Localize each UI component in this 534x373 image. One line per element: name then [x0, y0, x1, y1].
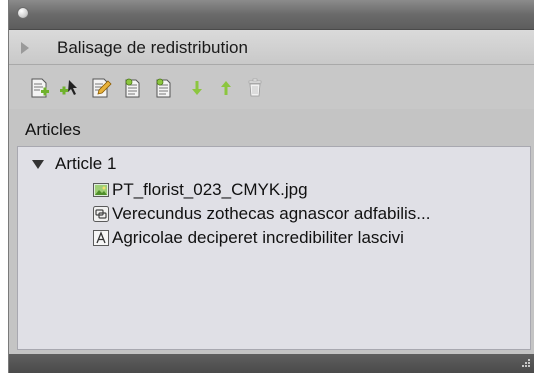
article-label: Article 1: [55, 154, 117, 173]
move-down-icon[interactable]: [186, 77, 208, 99]
toolbar: [9, 65, 534, 109]
image-icon: [93, 183, 109, 197]
articles-tree: Article 1 PT_florist_023_CMYK.jpg Verecu…: [17, 146, 531, 350]
item-label: PT_florist_023_CMYK.jpg: [112, 180, 308, 199]
move-up-icon[interactable]: [215, 77, 237, 99]
article-options-2-icon[interactable]: [153, 77, 175, 99]
articles-section-label: Articles: [25, 120, 81, 139]
article-options-icon[interactable]: [122, 77, 144, 99]
new-article-icon[interactable]: [29, 77, 51, 99]
article-item-text[interactable]: Agricolae deciperet incredibiliter lasci…: [93, 227, 404, 249]
articles-panel: Balisage de redistribution Articles Arti…: [8, 0, 534, 373]
collapse-arrow-icon[interactable]: [21, 42, 29, 54]
trash-icon[interactable]: [244, 77, 266, 99]
panel-titlebar[interactable]: [9, 0, 534, 30]
item-label: Verecundus zothecas agnascor adfabilis..…: [112, 204, 431, 223]
expand-triangle-icon[interactable]: [32, 159, 44, 169]
edit-article-icon[interactable]: [90, 77, 112, 99]
item-label: Agricolae deciperet incredibiliter lasci…: [112, 228, 404, 247]
resize-grip-icon[interactable]: [519, 358, 531, 370]
article-item-image[interactable]: PT_florist_023_CMYK.jpg: [93, 179, 308, 201]
panel-footer: [9, 354, 534, 373]
panel-header: Balisage de redistribution: [9, 30, 534, 65]
linked-text-icon: [93, 206, 109, 222]
article-row[interactable]: Article 1: [32, 153, 116, 175]
article-item-linked-text[interactable]: Verecundus zothecas agnascor adfabilis..…: [93, 203, 430, 225]
text-frame-icon: [93, 230, 109, 246]
close-icon[interactable]: [17, 7, 29, 19]
add-to-article-icon[interactable]: [59, 77, 81, 99]
panel-title: Balisage de redistribution: [57, 38, 248, 57]
